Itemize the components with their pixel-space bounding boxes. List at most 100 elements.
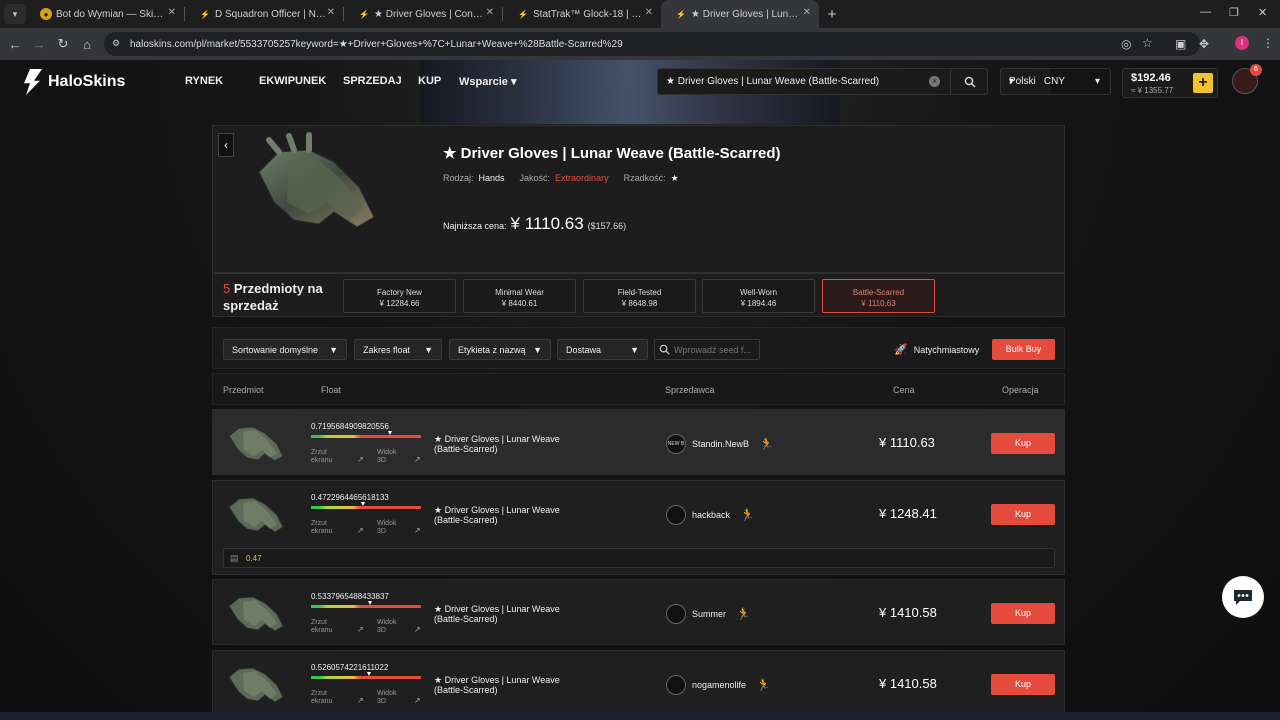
buy-button[interactable]: Kup [991,504,1055,525]
minimize-icon[interactable]: — [1200,6,1211,18]
browser-tab[interactable]: ● Bot do Wymian — SkinsMonke✕ [26,0,184,28]
price-value: ¥ 1410.58 [879,676,937,691]
item-name: ★ Driver Gloves | Lunar Weave (Battle-Sca… [434,604,560,624]
lowest-price: Najniższa cena: ¥ 1110.63 ($157.66) [443,214,626,234]
name-tag-label: Etykieta z nazwą [458,344,526,355]
close-tab-icon[interactable]: ✕ [168,7,176,18]
view-3d-link[interactable]: Widok 3D [377,690,396,706]
seed-placeholder: Wprowadź seed f... [674,344,752,355]
chat-button[interactable] [1222,576,1264,618]
rarity-label: Rzadkość: [623,173,666,183]
float-range-dropdown[interactable]: Zakres float ▼ [354,339,442,360]
tab-favicon: ⚡ [676,9,686,19]
nav-ekwipunek[interactable]: EKWIPUNEK [259,75,326,87]
external-link-icon[interactable]: ↗ [414,455,421,464]
puzzle-icon[interactable]: ✥ [1199,37,1209,51]
close-tab-icon[interactable]: ✕ [327,7,335,18]
view-3d-link[interactable]: Widok 3D [377,520,396,536]
delivery-label: Dostawa [566,344,602,355]
external-link-icon[interactable]: ↗ [357,696,364,705]
sort-dropdown[interactable]: Sortowanie domyślne ▼ [223,339,347,360]
nav-rynek[interactable]: RYNEK [185,75,223,87]
currency-select[interactable]: ▾ CNY ▾ [1000,68,1111,95]
external-link-icon[interactable]: ↗ [357,455,364,464]
seller-info[interactable]: hackback 🏃 [666,505,755,525]
view-3d-link[interactable]: Widok 3D [377,449,396,465]
table-row[interactable]: 0.5260574221611022 Zrzut ekranu ↗ Widok 3D… [212,650,1065,716]
seller-info[interactable]: nogamenolife 🏃 [666,675,771,695]
search-button[interactable] [950,69,988,94]
screenshot-link[interactable]: Zrzut ekranu [311,619,332,635]
forward-arrow-icon[interactable]: → [27,37,51,52]
table-row[interactable]: 0.4722964465618133 Zrzut ekranu ↗ Widok 3D… [212,480,1065,575]
browser-tab[interactable]: ⚡ D Squadron Officer | NZSAS_c✕ [185,0,343,28]
close-window-icon[interactable]: ✕ [1258,6,1267,19]
instant-toggle[interactable]: 🚀 Natychmiastowy [894,343,979,356]
lowest-price-usd: ($157.66) [587,221,627,231]
float-bar [311,672,421,679]
wear-well-worn[interactable]: Well-Worn ¥ 1894.46 [702,279,815,313]
buy-button[interactable]: Kup [991,603,1055,624]
wear-price: ¥ 8440.61 [501,299,538,308]
lowest-price-label: Najniższa cena: [443,221,507,231]
search-bar: ★ Driver Gloves | Lunar Weave (Battle-Sc… [657,68,988,95]
wear-minimal-wear[interactable]: Minimal Wear ¥ 8440.61 [463,279,576,313]
external-link-icon[interactable]: ↗ [414,696,421,705]
screenshot-link[interactable]: Zrzut ekranu [311,449,332,465]
nav-sprzedaj[interactable]: SPRZEDAJ [343,75,402,87]
eye-off-icon[interactable]: ◎ [1121,37,1131,51]
browser-tab[interactable]: ⚡ StatTrak™ Glock-18 | Water Ele✕ [503,0,661,28]
wear-field-tested[interactable]: Field-Tested ¥ 8648.98 [583,279,696,313]
new-tab-button[interactable]: + [819,6,845,23]
back-button[interactable]: ‹ [218,133,234,157]
tab-search-button[interactable]: ▾ [4,4,26,24]
screenshot-link[interactable]: Zrzut ekranu [311,520,332,536]
reload-icon[interactable]: ↻ [51,36,75,52]
external-link-icon[interactable]: ↗ [357,526,364,535]
item-detail-panel: ‹ ★ Driver Gloves | Lunar Weave (Battle-… [212,125,1065,273]
screenshot-link[interactable]: Zrzut ekranu [311,690,332,706]
quality-label: Jakość: [519,173,551,183]
external-link-icon[interactable]: ↗ [414,526,421,535]
kebab-menu-icon[interactable]: ⋮ [1262,36,1274,50]
wear-battle-scarred[interactable]: Battle-Scarred ¥ 1110.63 [822,279,935,313]
add-funds-button[interactable]: + [1193,73,1213,93]
home-icon[interactable]: ⌂ [75,37,99,52]
seller-info[interactable]: NEW B Standin.NewB 🏃 [666,434,774,454]
seller-info[interactable]: Summer 🏃 [666,604,751,624]
browser-tab-active[interactable]: ⚡ ★ Driver Gloves | Lunar Weave✕ [661,0,819,28]
back-arrow-icon[interactable]: ← [3,37,27,52]
wear-factory-new[interactable]: Factory New ¥ 12284.66 [343,279,456,313]
bookmark-star-icon[interactable]: ☆ [1142,36,1153,50]
search-input[interactable]: ★ Driver Gloves | Lunar Weave (Battle-Sc… [666,76,916,87]
browser-tab[interactable]: ⚡ ★ Driver Gloves | Convoy (Well✕ [344,0,502,28]
site-info-icon[interactable]: ⚙ [112,38,124,50]
search-icon [659,344,670,355]
rarity-value: ★ [670,173,679,183]
seed-input[interactable]: Wprowadź seed f... [654,339,760,360]
nav-wsparcie[interactable]: Wsparcie ▾ [459,75,517,88]
restore-icon[interactable]: ❐ [1229,6,1239,19]
table-row[interactable]: 0.5337965488433837 Zrzut ekranu ↗ Widok 3D… [212,579,1065,645]
nav-kup[interactable]: KUP [418,75,441,87]
clear-search-icon[interactable]: × [929,76,940,87]
external-link-icon[interactable]: ↗ [414,625,421,634]
view-3d-link[interactable]: Widok 3D [377,619,396,635]
name-tag-dropdown[interactable]: Etykieta z nazwą ▼ [449,339,551,360]
table-row[interactable]: 0.7195684909820556 Zrzut ekranu ↗ Widok 3D… [212,409,1065,475]
address-bar[interactable]: ⚙ haloskins.com/pl/market/5533705257keyw… [104,32,1200,56]
close-tab-icon[interactable]: ✕ [803,7,811,18]
buy-button[interactable]: Kup [991,433,1055,454]
external-link-icon[interactable]: ↗ [357,625,364,634]
site-logo[interactable]: HaloSkins [22,69,125,95]
glove-thumbnail [228,596,284,632]
buy-button[interactable]: Kup [991,674,1055,695]
delivery-dropdown[interactable]: Dostawa ▼ [557,339,648,360]
bulk-buy-button[interactable]: Bulk Buy [992,339,1055,360]
extension-icon[interactable]: ▣ [1175,37,1186,51]
tab-favicon: ● [40,8,52,20]
wallet-balance[interactable]: $192.46 ≈ ¥ 1355.77 + [1122,68,1218,98]
profile-icon[interactable]: I [1235,36,1249,50]
close-tab-icon[interactable]: ✕ [645,7,653,18]
close-tab-icon[interactable]: ✕ [486,7,494,18]
